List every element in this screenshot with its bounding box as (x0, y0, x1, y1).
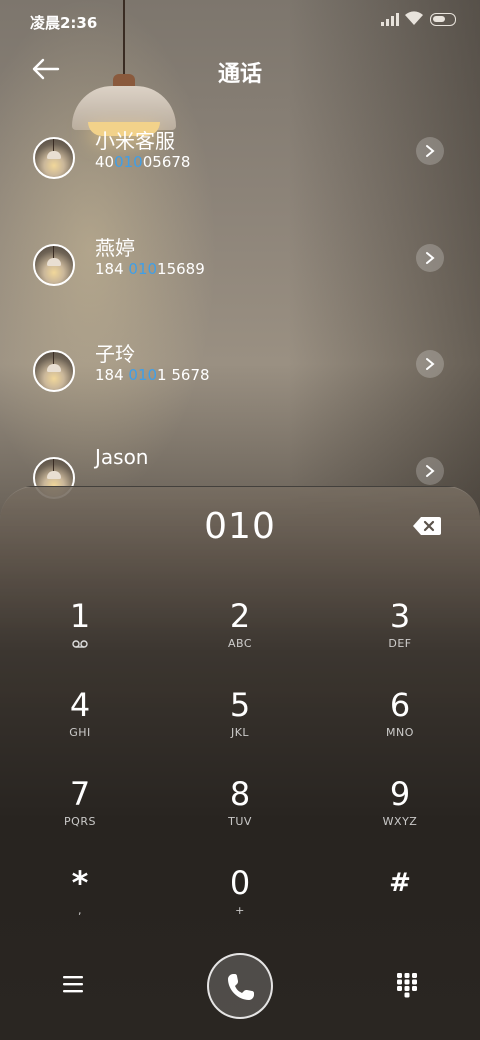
contact-number: 4001005678 (95, 153, 191, 171)
key-digit: 0 (229, 864, 251, 902)
key-digit: 8 (229, 775, 251, 813)
key-7[interactable]: 7 PQRS (20, 776, 140, 856)
key-digit: 2 (229, 597, 251, 635)
key-letters: , (78, 904, 82, 917)
key-letters: GHI (69, 726, 91, 739)
key-1[interactable]: 1 (20, 598, 140, 678)
key-0[interactable]: 0 + (180, 865, 300, 945)
status-bar: 凌晨2:36 (0, 0, 480, 40)
battery-icon (430, 13, 456, 26)
key-5[interactable]: 5 JKL (180, 687, 300, 767)
menu-icon[interactable] (60, 972, 86, 996)
contact-detail-button[interactable] (416, 137, 444, 165)
key-letters: ABC (227, 637, 253, 650)
voicemail-icon (72, 640, 88, 648)
contact-name: 燕婷 (95, 236, 135, 260)
key-digit: 6 (389, 686, 411, 724)
status-time: 凌晨2:36 (30, 14, 98, 32)
key-digit: * (71, 864, 89, 902)
page-title: 通话 (217, 62, 262, 87)
signal-icon (381, 13, 399, 26)
key-digit: # (389, 868, 411, 898)
key-letters: PQRS (64, 815, 96, 828)
chevron-right-icon (426, 145, 435, 157)
contact-detail-button[interactable] (416, 457, 444, 485)
key-2[interactable]: 2 ABC (180, 598, 300, 678)
keypad-icon[interactable] (396, 972, 418, 998)
key-hash[interactable]: # (340, 865, 460, 945)
key-letters: DEF (388, 637, 412, 650)
contact-detail-button[interactable] (416, 350, 444, 378)
contact-row[interactable]: 燕婷 184 01015689 (0, 236, 480, 334)
avatar (33, 244, 75, 286)
key-digit: 1 (69, 597, 91, 635)
key-letters: MNO (386, 726, 414, 739)
contact-row[interactable]: 子玲 184 0101 5678 (0, 342, 480, 440)
key-star[interactable]: * , (20, 865, 140, 945)
key-digit: 5 (229, 686, 251, 724)
contact-number: 184 01015689 (95, 260, 205, 278)
contact-row[interactable]: 小米客服 4001005678 (0, 129, 480, 227)
key-digit: 4 (69, 686, 91, 724)
key-4[interactable]: 4 GHI (20, 687, 140, 767)
key-letters: WXYZ (382, 815, 418, 828)
contact-name: 子玲 (95, 342, 135, 366)
key-letters: JKL (230, 726, 250, 739)
avatar (33, 350, 75, 392)
key-letters: + (235, 904, 245, 917)
contact-name: Jason (95, 445, 149, 469)
chevron-right-icon (426, 465, 435, 477)
dial-input[interactable]: 010 (0, 506, 480, 547)
key-digit: 7 (69, 775, 91, 813)
key-letters: TUV (228, 815, 252, 828)
key-digit: 3 (389, 597, 411, 635)
call-button[interactable] (207, 953, 273, 1019)
avatar (33, 137, 75, 179)
backspace-icon[interactable] (412, 516, 442, 536)
key-9[interactable]: 9 WXYZ (340, 776, 460, 856)
chevron-right-icon (426, 252, 435, 264)
contact-name: 小米客服 (95, 129, 175, 153)
key-8[interactable]: 8 TUV (180, 776, 300, 856)
key-3[interactable]: 3 DEF (340, 598, 460, 678)
key-digit: 9 (389, 775, 411, 813)
contact-number: 184 0101 5678 (95, 366, 210, 384)
chevron-right-icon (426, 358, 435, 370)
key-6[interactable]: 6 MNO (340, 687, 460, 767)
phone-icon (228, 974, 254, 1000)
wifi-icon (405, 11, 423, 25)
contact-detail-button[interactable] (416, 244, 444, 272)
